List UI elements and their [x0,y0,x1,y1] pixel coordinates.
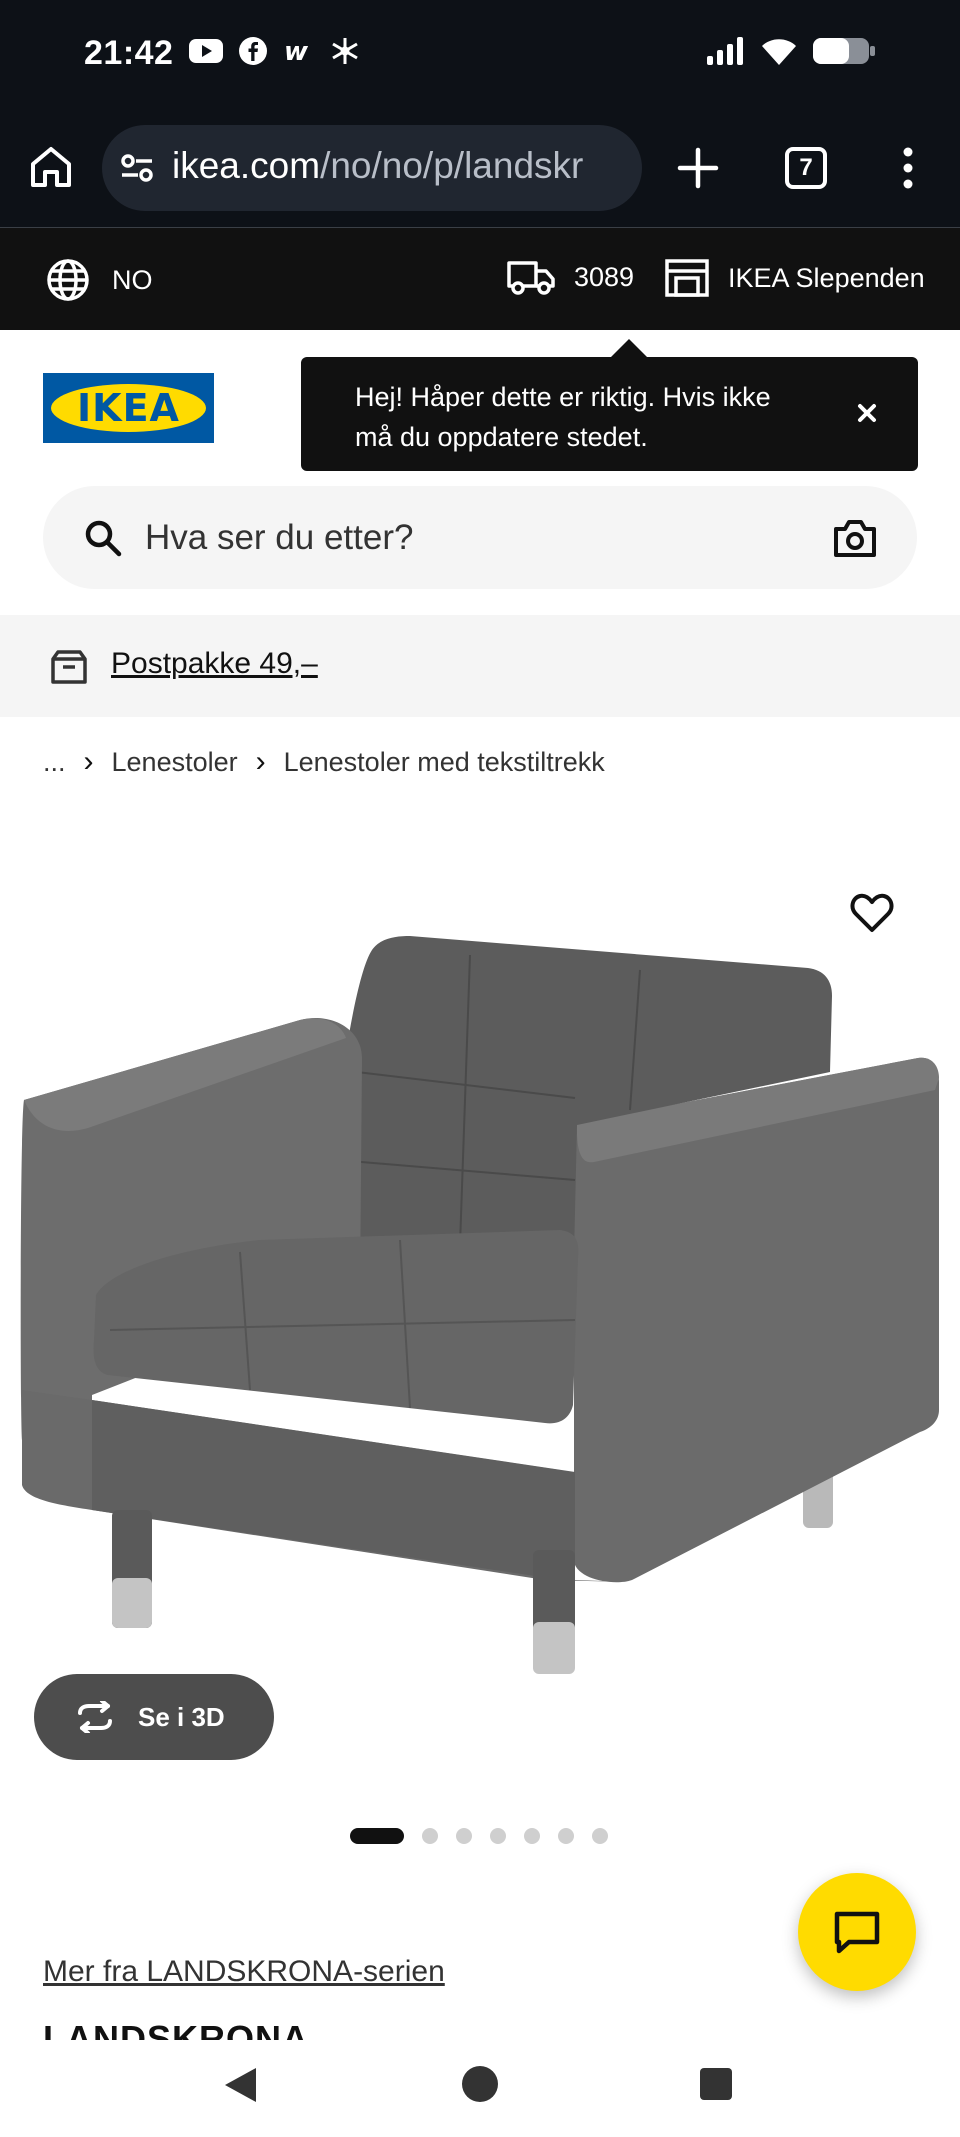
breadcrumb-item[interactable]: Lenestoler med tekstiltrekk [284,747,605,778]
store-selector[interactable]: IKEA Slependen [664,258,925,298]
youtube-icon [189,39,223,63]
carousel-dot[interactable] [456,1828,472,1844]
delivery-zip-button[interactable]: 3089 [506,258,634,296]
product-name: LANDSKRONA [43,2018,309,2040]
store-icon [665,259,709,297]
chair-base-front [92,1400,575,1582]
logo-wordmark: IKEA [77,386,180,430]
chevron-right-icon: › [83,745,94,778]
chat-button[interactable] [798,1873,916,1991]
chevron-right-icon: › [255,745,266,778]
tooltip-message: Hej! Håper dette er riktig. Hvis ikke må… [355,382,771,452]
shipping-link[interactable]: Postpakke 49,– [111,647,318,681]
view-3d-button[interactable]: Se i 3D [34,1674,274,1760]
url-path: /no/no/p/landskr [320,145,584,186]
carousel-dot[interactable] [490,1828,506,1844]
tooltip-arrow [611,339,647,357]
search-bar [43,486,917,589]
carousel-dot[interactable] [524,1828,540,1844]
globe-icon [47,259,89,301]
ikea-logo[interactable]: IKEA [43,373,214,443]
image-carousel-indicator [350,1828,608,1844]
breadcrumb-ellipsis[interactable]: ... [43,747,66,778]
system-nav-bar [0,2040,960,2137]
carousel-dot-active[interactable] [350,1828,404,1844]
rotate-3d-icon [78,1701,112,1733]
product-image[interactable] [0,860,960,1720]
system-icons [706,36,876,66]
carousel-dot[interactable] [558,1828,574,1844]
tab-switcher-button[interactable]: 7 [785,147,827,189]
status-bar: 21:42 w [0,0,960,110]
home-icon[interactable] [26,142,76,192]
address-bar[interactable]: ikea.com/no/no/p/landskr [102,125,642,211]
w-icon: w [284,37,309,65]
close-icon[interactable] [849,395,885,431]
breadcrumb-item[interactable]: Lenestoler [112,747,238,778]
shipping-banner: Postpakke 49,– [0,615,960,717]
search-input[interactable] [145,510,745,566]
home-nav-icon[interactable] [462,2066,498,2102]
language-selector[interactable]: NO [46,258,153,302]
location-tooltip: Hej! Håper dette er riktig. Hvis ikke må… [301,339,918,471]
series-link[interactable]: Mer fra LANDSKRONA-serien [43,1955,445,1989]
notification-icons: w [188,36,360,66]
snowflake-icon [332,38,358,64]
browser-toolbar: ikea.com/no/no/p/landskr 7 [0,110,960,228]
carousel-dot[interactable] [422,1828,438,1844]
chair-seat-cushion [93,1230,579,1424]
search-icon[interactable] [83,518,123,558]
url-domain: ikea.com [172,145,321,186]
url-text[interactable]: ikea.com/no/no/p/landskr [172,145,583,187]
language-label: NO [112,264,153,295]
status-time: 21:42 [84,34,174,72]
wifi-icon [762,39,796,65]
view-3d-label: Se i 3D [138,1701,225,1732]
back-icon[interactable] [222,2066,258,2104]
ikea-top-strip: NO 3089 IKEA Slependen [0,228,960,330]
chair-leg-cap [112,1578,152,1628]
carousel-dot[interactable] [592,1828,608,1844]
facebook-icon [239,37,267,65]
more-menu-icon[interactable] [898,146,918,190]
breadcrumb: ... › Lenestoler › Lenestoler med teksti… [43,745,605,779]
svg-text:w: w [284,37,309,65]
camera-search-icon[interactable] [833,518,877,558]
store-name: IKEA Slependen [728,262,925,293]
zip-code: 3089 [574,261,635,292]
chat-icon [834,1911,880,1954]
chair-leg-cap [533,1622,575,1674]
parcel-icon [51,650,87,684]
battery-icon [813,38,875,64]
recent-apps-icon[interactable] [700,2068,732,2100]
new-tab-icon[interactable] [676,146,720,190]
favorite-heart-icon[interactable] [850,893,894,933]
signal-icon [707,37,743,65]
site-settings-icon[interactable] [120,152,154,184]
truck-icon [507,261,555,295]
